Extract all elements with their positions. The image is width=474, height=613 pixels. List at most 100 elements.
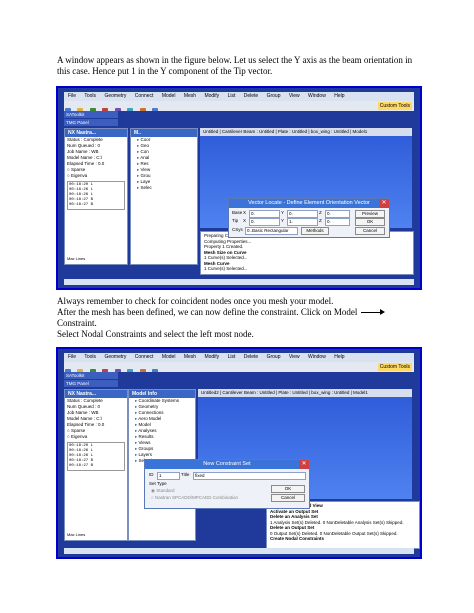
tip-y-label: Y [281,218,285,223]
tip-z-label: Z [319,218,322,223]
model-panel-title: M.. [131,129,197,137]
menu-file[interactable]: File [68,93,76,99]
menu-view[interactable]: View [289,93,300,99]
dialog-title: Vector Locate - Define Element Orientati… [229,199,389,208]
zoom-icon[interactable] [152,369,159,372]
vector-locate-dialog: Vector Locate - Define Element Orientati… [228,198,390,238]
standard-label: Standard [156,488,175,493]
base-z-label: Z [319,210,322,215]
view-icon[interactable] [127,369,134,372]
eigenvalue-option[interactable]: ○ Eigenva [65,173,127,179]
cancel-button[interactable]: Cancel [271,494,305,502]
screenshot-vector-locate: File Tools Geometry Connect Model Mesh M… [56,86,422,290]
eigenvalue-option[interactable]: ○ Eigenva [65,434,127,440]
custom-tools-button[interactable]: Custom Tools [377,363,412,371]
close-icon[interactable]: ✕ [299,460,309,469]
menu-window[interactable]: Window [308,354,326,360]
menu-group[interactable]: Group [267,93,281,99]
rotate-icon[interactable] [139,369,146,372]
base-y-label: Y [281,210,285,215]
paragraph-constraint: Always remember to check for coincident … [57,296,417,340]
model-info-panel: M.. Coor Geo Con Anal Res View Grou Laye… [130,128,198,265]
menu-tools[interactable]: Tools [84,93,96,99]
menu-window[interactable]: Window [308,93,326,99]
sidebar-tabs: SAToolkit TMG Panel [64,111,118,127]
model-panel-title: Model Info [129,390,195,398]
ok-button[interactable]: OK [355,218,385,226]
menu-help[interactable]: Help [334,93,344,99]
menu-connect[interactable]: Connect [135,93,154,99]
tab-tmg-panel[interactable]: TMG Panel [64,119,118,126]
log-line: 00:18:27 B [69,203,94,207]
menu-geometry[interactable]: Geometry [104,93,126,99]
max-lines-label: Max Lines [67,532,86,537]
menu-mesh[interactable]: Mesh [184,93,196,99]
base-label: Base [232,210,243,215]
base-y-field[interactable]: 0. [287,210,318,218]
tab-satoolkit[interactable]: SAToolkit [64,111,118,118]
menu-delete[interactable]: Delete [244,354,258,360]
paragraph-intro: A window appears as shown in the figure … [57,55,413,76]
csys-select[interactable]: 0..Basic Rectangular [245,227,298,235]
rotate-icon[interactable] [139,108,146,111]
ok-button[interactable]: OK [271,485,305,493]
base-z-field[interactable]: 0. [325,210,350,218]
view-icon[interactable] [127,108,134,111]
toolbar: Custom Tools [64,362,414,372]
cancel-button[interactable]: Cancel [355,227,385,235]
id-field[interactable]: 1 [157,472,180,480]
max-lines-label: Max Lines [67,256,86,261]
tip-x-label: X [243,218,247,223]
menu-connect[interactable]: Connect [135,354,154,360]
text-line: Select Nodal Constraints and select the … [57,329,254,339]
csys-label: CSys [232,227,243,232]
view-tabs[interactable]: Untitled2 | Cantilever Beam : Untitled |… [198,389,412,397]
tip-y-field[interactable]: 1. [287,218,318,226]
menu-bar: File Tools Geometry Connect Model Mesh M… [64,92,414,101]
nastran-option[interactable]: ○ Nastran SPCADD/MPCADD Combination [151,495,238,501]
menu-group[interactable]: Group [267,354,281,360]
zoom-icon[interactable] [152,108,159,111]
custom-tools-button[interactable]: Custom Tools [377,102,412,110]
menu-modify[interactable]: Modify [204,93,219,99]
tip-x-field[interactable]: 0. [249,218,280,226]
methods-button[interactable]: Methods [301,227,329,235]
nx-panel-title: NX Nastra... [65,390,127,398]
menu-geometry[interactable]: Geometry [104,354,126,360]
text-line: After the mesh has been defined, we can … [57,307,417,318]
menu-list[interactable]: List [228,93,236,99]
eigenvalue-label: Eigenva [70,173,88,178]
message-line: Create Nodal Constraints [270,536,325,541]
menu-model[interactable]: Model [162,93,176,99]
new-constraint-set-dialog: New Constraint Set ✕ ID 1 Title fixed Se… [144,459,310,509]
tree-item[interactable]: Selec [131,185,197,191]
menu-help[interactable]: Help [334,354,344,360]
text-line: Constraint. [57,318,97,328]
menu-delete[interactable]: Delete [244,93,258,99]
dialog-title-text: Vector Locate - Define Element Orientati… [248,200,370,206]
sparse-label: Sparse [70,167,86,172]
standard-option[interactable]: ◉ Standard [151,488,174,494]
view-tabs[interactable]: Untitled | Cantilever Beam : Untitled | … [200,128,412,136]
tip-z-field[interactable]: 0. [325,218,350,226]
base-x-label: X [243,210,247,215]
tip-label: Tip [232,218,239,223]
sparse-label: Sparse [70,428,86,433]
tab-tmg-panel[interactable]: TMG Panel [64,380,118,387]
tab-satoolkit[interactable]: SAToolkit [64,372,118,379]
nx-nastran-panel: NX Nastra... Status : Complete Num Queue… [64,389,128,541]
menu-view[interactable]: View [289,354,300,360]
menu-file[interactable]: File [68,354,76,360]
nastran-label: Nastran SPCADD/MPCADD Combination [154,495,238,500]
menu-model[interactable]: Model [162,354,176,360]
base-x-field[interactable]: 0. [249,210,280,218]
title-field[interactable]: fixed [193,472,306,480]
menu-mesh[interactable]: Mesh [184,354,196,360]
menu-list[interactable]: List [228,354,236,360]
status-bar [64,279,414,285]
close-icon[interactable]: ✕ [379,199,389,208]
menu-modify[interactable]: Modify [204,354,219,360]
text-span: After the mesh has been defined, we can … [57,307,358,317]
preview-button[interactable]: Preview [355,210,385,218]
menu-tools[interactable]: Tools [84,354,96,360]
